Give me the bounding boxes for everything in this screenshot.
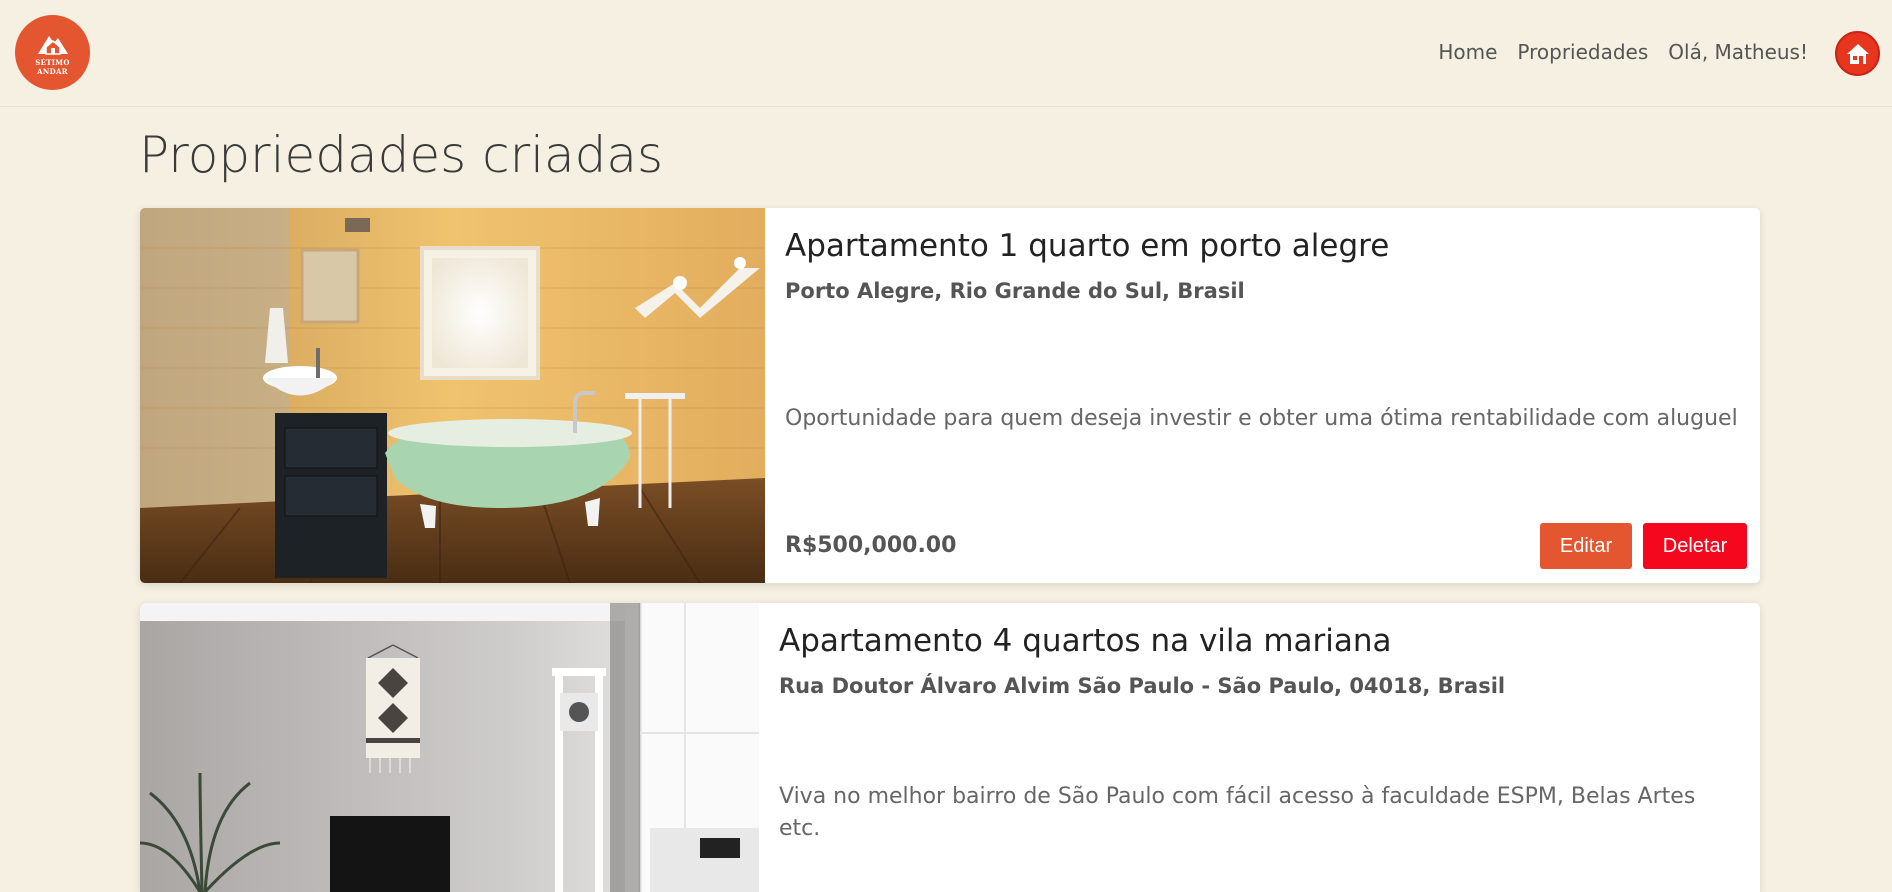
property-card: Apartamento 4 quartos na vila mariana Ru… xyxy=(140,603,1760,892)
logo-text-line2: ANDAR xyxy=(37,66,68,76)
user-greeting[interactable]: Olá, Matheus! xyxy=(1668,40,1808,64)
property-card: Apartamento 1 quarto em porto alegre Por… xyxy=(140,208,1760,583)
property-description: Viva no melhor bairro de São Paulo com f… xyxy=(779,784,1696,841)
nav-link-properties[interactable]: Propriedades xyxy=(1517,40,1648,64)
property-image-bathroom xyxy=(140,208,765,583)
brand-logo[interactable]: SÉTIMO ANDAR xyxy=(15,15,90,90)
nav-links: Home Propriedades Olá, Matheus! xyxy=(1438,40,1808,64)
nav-link-home[interactable]: Home xyxy=(1438,40,1497,64)
navbar: SÉTIMO ANDAR Home Propriedades Olá, Math… xyxy=(0,0,1892,107)
home-button[interactable] xyxy=(1835,31,1880,76)
property-title[interactable]: Apartamento 4 quartos na vila mariana xyxy=(779,623,1392,659)
house-icon xyxy=(1846,43,1869,64)
logo-text-line1: SÉTIMO xyxy=(35,57,70,67)
property-address: Rua Doutor Álvaro Alvim São Paulo - São … xyxy=(779,674,1506,698)
property-image-living-room xyxy=(140,603,759,892)
property-description: Oportunidade para quem deseja investir e… xyxy=(785,406,1738,431)
property-title[interactable]: Apartamento 1 quarto em porto alegre xyxy=(785,228,1389,264)
property-details: Apartamento 1 quarto em porto alegre Por… xyxy=(765,208,1760,583)
page-title: Propriedades criadas xyxy=(139,126,664,184)
edit-button[interactable]: Editar xyxy=(1540,523,1632,569)
delete-button[interactable]: Deletar xyxy=(1643,523,1747,569)
mountain-house-icon xyxy=(37,35,68,55)
property-price: R$500,000.00 xyxy=(785,533,957,558)
property-details: Apartamento 4 quartos na vila mariana Ru… xyxy=(759,603,1760,892)
property-address: Porto Alegre, Rio Grande do Sul, Brasil xyxy=(785,279,1245,303)
